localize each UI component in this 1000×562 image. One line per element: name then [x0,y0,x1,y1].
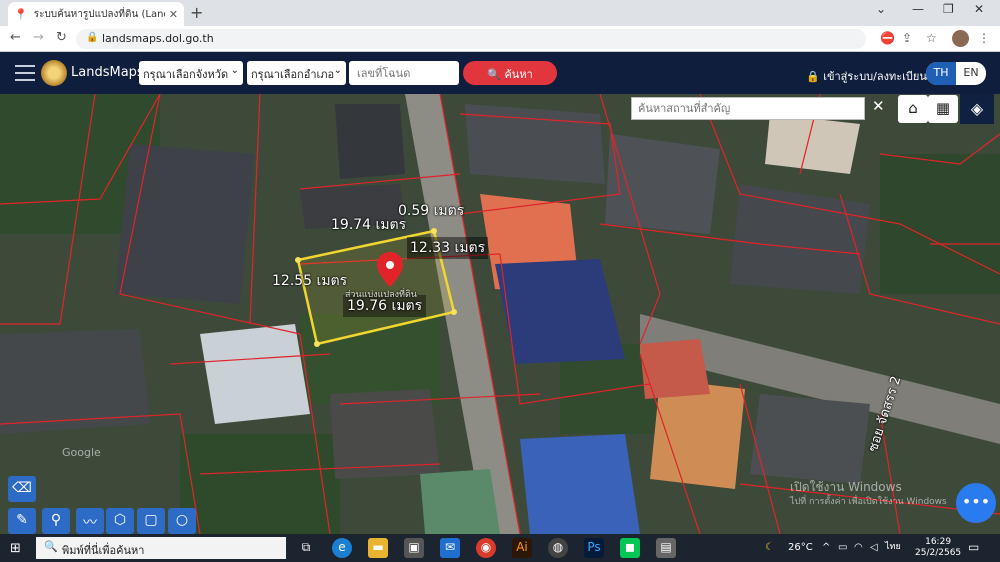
lang-th-button[interactable]: TH [926,62,956,85]
dol-logo [41,60,67,86]
app-icon[interactable]: ◍ [548,538,568,558]
photoshop-icon[interactable]: Ps [584,538,604,558]
login-link[interactable]: 🔒 เข้าสู่ระบบ/ลงทะเบียน [806,67,927,85]
province-select-value: กรุณาเลือกจังหวัด [143,68,229,81]
mail-icon[interactable]: ✉ [440,538,460,558]
weather-icon[interactable]: ☾ [765,542,774,553]
browser-tab-bar: 📍 ระบบค้นหารูปแปลงที่ดิน (LandsMaps ✕ + … [0,0,1000,26]
chevron-up-icon[interactable]: ^ [822,542,830,553]
polyline-tool-icon[interactable]: 〰 [76,508,104,534]
brand-name: LandsMaps [71,65,144,80]
url-field[interactable]: 🔒 landsmaps.dol.go.th [76,29,866,49]
map-view[interactable]: 19.74 เมตร 0.59 เมตร 12.33 เมตร 12.55 เม… [0,94,1000,534]
battery-icon[interactable]: ▭ [838,542,847,553]
chevron-down-icon: ⌄ [333,65,342,76]
task-view-icon[interactable]: ⧉ [296,538,316,558]
volume-icon[interactable]: ◁ [870,542,878,553]
file-explorer-icon[interactable]: ▬ [368,538,388,558]
measure-left: 12.55 เมตร [272,273,348,289]
map-pin-icon: 📍 [14,7,28,21]
measure-right: 12.33 เมตร [407,237,489,259]
satellite-map [0,94,1000,534]
hamburger-menu-icon[interactable] [15,65,35,81]
layers-icon[interactable]: ◈ [960,94,994,124]
windows-watermark-sub: ไปที่ การตั้งค่า เพื่อเปิดใช้งาน Windows [790,497,947,507]
grid-icon[interactable]: ▦ [928,95,958,123]
search-button[interactable]: 🔍 ค้นหา [463,61,557,85]
maximize-button[interactable]: ❐ [943,2,954,16]
circle-tool-icon[interactable]: ○ [168,508,196,534]
eraser-icon[interactable]: ⌫ [8,476,36,502]
clock-time: 16:29 [925,537,952,547]
rectangle-tool-icon[interactable]: ▢ [137,508,165,534]
wifi-icon[interactable]: ◠ [854,542,863,553]
calculator-icon[interactable]: ▤ [656,538,676,558]
close-window-button[interactable]: ✕ [974,2,984,16]
measure-top-left: 19.74 เมตร [331,217,407,233]
lang-en-button[interactable]: EN [956,62,986,85]
url-text: landsmaps.dol.go.th [102,32,214,45]
browser-tab[interactable]: 📍 ระบบค้นหารูปแปลงที่ดิน (LandsMaps ✕ [8,2,184,26]
measure-top-short: 0.59 เมตร [398,203,465,219]
chrome-icon[interactable]: ◉ [476,538,496,558]
edge-icon[interactable]: e [332,538,352,558]
profile-avatar[interactable] [952,30,969,47]
app-header: LandsMaps กรุณาเลือกจังหวัด ⌄ กรุณาเลือก… [0,52,1000,94]
new-tab-button[interactable]: + [190,3,203,22]
taskbar-search[interactable]: 🔍 พิมพ์ที่นี่เพื่อค้นหา [36,537,286,559]
search-button-label: ค้นหา [504,68,533,81]
chevron-down-icon: ⌄ [230,65,239,76]
map-watermark: Google [62,446,101,459]
language-toggle: TH EN [926,62,986,85]
close-tab-icon[interactable]: ✕ [169,8,178,21]
clock-date: 25/2/2565 [915,548,962,558]
tab-title: ระบบค้นหารูปแปลงที่ดิน (LandsMaps [33,8,165,20]
deed-number-input[interactable] [349,61,459,85]
forward-arrow-icon[interactable]: → [33,30,44,45]
taskbar-search-text: พิมพ์ที่นี่เพื่อค้นหา [62,544,145,557]
home-icon[interactable]: ⌂ [898,95,928,123]
minimize-button[interactable]: — [912,2,924,16]
notification-icon[interactable]: ▭ [968,540,979,554]
line-icon[interactable]: ◼ [620,538,640,558]
store-icon[interactable]: ▣ [404,538,424,558]
menu-kebab-icon[interactable]: ⋮ [978,31,990,45]
blocked-popup-icon[interactable]: ⛔ [880,31,895,45]
login-label: เข้าสู่ระบบ/ลงทะเบียน [823,70,927,83]
address-bar-row: ← → ↻ 🔒 landsmaps.dol.go.th ⛔ ⇪ ☆ ⋮ [0,26,1000,52]
weather-temp[interactable]: 26°C [788,542,813,553]
province-select[interactable]: กรุณาเลือกจังหวัด ⌄ [139,61,243,85]
ruler-tool-icon[interactable]: ✎ [8,508,36,534]
pin-tool-icon[interactable]: ⚲ [42,508,70,534]
illustrator-icon[interactable]: Ai [512,538,532,558]
district-select-value: กรุณาเลือกอำเภอ [251,68,335,81]
keyboard-lang[interactable]: ไทย [885,542,901,553]
back-arrow-icon[interactable]: ← [10,30,21,45]
system-clock[interactable]: ไทย 16:29 25/2/2565 [885,537,962,559]
reload-icon[interactable]: ↻ [56,30,67,45]
search-icon: 🔍 [44,540,58,553]
clear-search-icon[interactable]: ✕ [872,97,885,115]
parcel-label: ส่วนแบ่งแปลงที่ดิน [345,290,417,300]
windows-taskbar: ⊞ 🔍 พิมพ์ที่นี่เพื่อค้นหา ⧉ e ▬ ▣ ✉ ◉ Ai… [0,534,1000,562]
windows-start-icon[interactable]: ⊞ [10,541,21,556]
more-options-icon[interactable]: ••• [956,483,996,523]
chevron-down-icon[interactable]: ⌄ [876,2,886,16]
lock-icon: 🔒 [86,32,99,43]
bookmark-star-icon[interactable]: ☆ [926,31,937,45]
polygon-tool-icon[interactable]: ⬡ [106,508,134,534]
district-select[interactable]: กรุณาเลือกอำเภอ ⌄ [247,61,346,85]
share-icon[interactable]: ⇪ [902,31,912,45]
search-icon: 🔍 [487,68,501,81]
place-search-input[interactable] [631,97,865,120]
lock-icon: 🔒 [806,70,820,83]
